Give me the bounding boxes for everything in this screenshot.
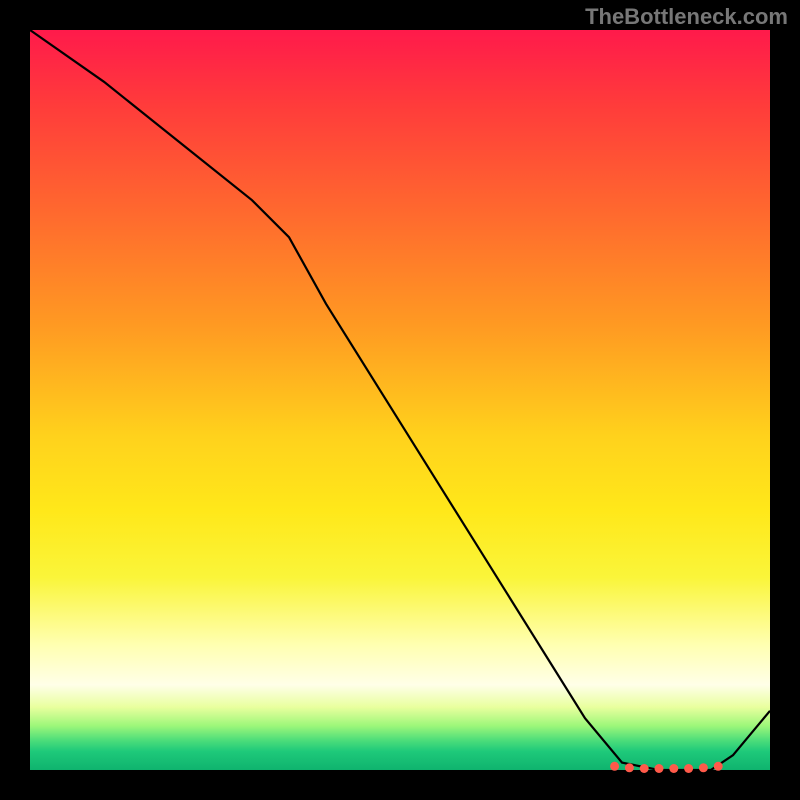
plot-area <box>30 30 770 770</box>
data-marker <box>655 764 664 773</box>
data-marker <box>699 763 708 772</box>
data-marker <box>610 762 619 771</box>
data-marker <box>684 764 693 773</box>
data-marker <box>714 762 723 771</box>
data-marker <box>625 763 634 772</box>
data-marker <box>669 764 678 773</box>
data-marker <box>640 764 649 773</box>
chart-frame: TheBottleneck.com <box>0 0 800 800</box>
bottleneck-curve <box>30 30 770 770</box>
chart-svg <box>30 30 770 770</box>
attribution-label: TheBottleneck.com <box>585 4 788 30</box>
